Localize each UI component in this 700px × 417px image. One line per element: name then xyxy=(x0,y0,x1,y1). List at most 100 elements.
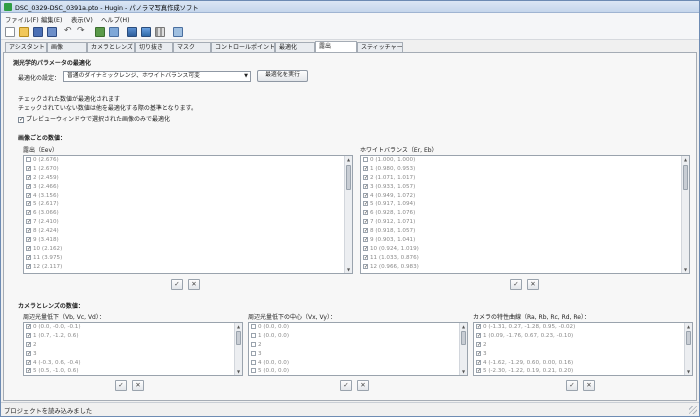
preview-icon[interactable] xyxy=(127,27,137,37)
list-item-checkbox[interactable] xyxy=(476,332,481,341)
list-item-checkbox[interactable] xyxy=(363,183,368,192)
preview-only-option[interactable]: プレビューウィンドウで選択された画像のみで最適化 xyxy=(18,114,170,123)
menu-help[interactable]: ヘルプ(H) xyxy=(101,15,130,24)
list-item-checkbox[interactable] xyxy=(26,174,31,183)
list-item[interactable]: 8 (0.918, 1.057) xyxy=(361,227,689,236)
list-item[interactable]: 10 (2.162) xyxy=(24,245,352,254)
list-item-checkbox[interactable] xyxy=(26,200,31,209)
list-item-checkbox[interactable] xyxy=(363,200,368,209)
scroll-down-icon[interactable]: ▼ xyxy=(682,266,689,273)
vignetting-list[interactable]: 0 (0.0, -0.0, -0.1) 1 (0.7, -1.2, 0.6) 2 3 4… xyxy=(23,322,243,376)
list-item-checkbox[interactable] xyxy=(26,227,31,236)
camera-response-uncheck-all-button[interactable]: ✕ xyxy=(583,380,595,391)
vignetting-center-uncheck-all-button[interactable]: ✕ xyxy=(357,380,369,391)
scroll-thumb[interactable] xyxy=(236,331,241,345)
list-item-checkbox[interactable] xyxy=(26,341,31,350)
list-item[interactable]: 0 (0.0, -0.0, -0.1) xyxy=(24,323,242,332)
list-item[interactable]: 1 (0.980, 0.953) xyxy=(361,165,689,174)
list-item-checkbox[interactable] xyxy=(26,218,31,227)
scroll-down-icon[interactable]: ▼ xyxy=(235,368,242,375)
list-item-checkbox[interactable] xyxy=(26,245,31,254)
list-item[interactable]: 0 (2.676) xyxy=(24,156,352,165)
list-item[interactable]: 12 (0.966, 0.983) xyxy=(361,263,689,272)
list-item[interactable]: 3 (2.466) xyxy=(24,183,352,192)
list-item-checkbox[interactable] xyxy=(26,332,31,341)
list-item[interactable]: 10 (0.924, 1.019) xyxy=(361,245,689,254)
new-project-icon[interactable] xyxy=(5,27,15,37)
list-item[interactable]: 2 xyxy=(24,341,242,350)
list-item[interactable]: 1 (0.0, 0.0) xyxy=(249,332,467,341)
list-item[interactable]: 2 (1.071, 1.017) xyxy=(361,174,689,183)
camera-response-list[interactable]: 0 (-1.31, 0.27, -1.28, 0.95, -0.02) 1 (0.… xyxy=(473,322,693,376)
menu-edit[interactable]: 編集(E) xyxy=(41,15,63,24)
scroll-up-icon[interactable]: ▲ xyxy=(235,323,242,330)
list-item[interactable]: 6 (0.928, 1.076) xyxy=(361,209,689,218)
save-as-icon[interactable] xyxy=(47,27,57,37)
list-item[interactable]: 0 (-1.31, 0.27, -1.28, 0.95, -0.02) xyxy=(474,323,692,332)
list-item-checkbox[interactable] xyxy=(363,165,368,174)
list-item[interactable]: 11 (1.033, 0.876) xyxy=(361,254,689,263)
scroll-up-icon[interactable]: ▲ xyxy=(345,156,352,163)
vertical-scrollbar[interactable]: ▲ ▼ xyxy=(459,323,467,375)
exposure-check-all-button[interactable]: ✓ xyxy=(171,279,183,290)
list-item-checkbox[interactable] xyxy=(26,183,31,192)
list-item-checkbox[interactable] xyxy=(251,324,256,329)
list-item-checkbox[interactable] xyxy=(363,209,368,218)
list-item[interactable]: 4 (0.0, 0.0) xyxy=(249,359,467,368)
optimize-mode-select[interactable]: 普通のダイナミックレンジ、ホワイトバランス可変 ▼ xyxy=(63,71,251,82)
scroll-down-icon[interactable]: ▼ xyxy=(460,368,467,375)
fast-preview-icon[interactable] xyxy=(141,27,151,37)
vertical-scrollbar[interactable]: ▲ ▼ xyxy=(344,156,352,273)
preview-only-checkbox[interactable] xyxy=(18,116,24,123)
undo-icon[interactable]: ↶ xyxy=(64,27,72,37)
scroll-down-icon[interactable]: ▼ xyxy=(345,266,352,273)
list-item[interactable]: 5 (0.5, -1.0, 0.6) xyxy=(24,367,242,375)
tab-assistant[interactable]: アシスタント xyxy=(5,42,47,52)
scroll-up-icon[interactable]: ▲ xyxy=(460,323,467,330)
tab-images[interactable]: 画像 xyxy=(47,42,87,52)
list-item-checkbox[interactable] xyxy=(26,165,31,174)
layout-icon[interactable] xyxy=(155,27,165,37)
list-item-checkbox[interactable] xyxy=(26,236,31,245)
list-item[interactable]: 11 (3.975) xyxy=(24,254,352,263)
list-item[interactable]: 3 xyxy=(474,350,692,359)
scroll-thumb[interactable] xyxy=(686,331,691,345)
list-item-checkbox[interactable] xyxy=(26,157,31,162)
list-item-checkbox[interactable] xyxy=(476,367,481,375)
list-item[interactable]: 7 (2.410) xyxy=(24,218,352,227)
list-item[interactable]: 4 (-0.3, 0.6, -0.4) xyxy=(24,359,242,367)
camera-response-check-all-button[interactable]: ✓ xyxy=(566,380,578,391)
list-item[interactable]: 3 xyxy=(24,350,242,359)
exposure-uncheck-all-button[interactable]: ✕ xyxy=(188,279,200,290)
white-balance-list[interactable]: 0 (1.000, 1.000) 1 (0.980, 0.953) 2 (1.071… xyxy=(360,155,690,274)
list-item-checkbox[interactable] xyxy=(251,332,256,338)
vignetting-uncheck-all-button[interactable]: ✕ xyxy=(132,380,144,391)
save-icon[interactable] xyxy=(33,27,43,37)
list-item[interactable]: 5 (0.917, 1.094) xyxy=(361,200,689,209)
control-points-icon[interactable] xyxy=(95,27,105,37)
list-item-checkbox[interactable] xyxy=(476,359,481,367)
redo-icon[interactable]: ↷ xyxy=(77,27,85,37)
list-item-checkbox[interactable] xyxy=(26,209,31,218)
tab-camera-lens[interactable]: カメラとレンズ xyxy=(87,42,135,52)
tab-crop[interactable]: 切り抜き xyxy=(135,42,173,52)
list-item[interactable]: 2 xyxy=(249,341,467,350)
scroll-thumb[interactable] xyxy=(346,165,351,190)
tab-mask[interactable]: マスク xyxy=(173,42,211,52)
scroll-up-icon[interactable]: ▲ xyxy=(682,156,689,163)
add-images-icon[interactable] xyxy=(109,27,119,37)
vignetting-center-list[interactable]: 0 (0.0, 0.0) 1 (0.0, 0.0) 2 3 4 (0.0, 0.0) 5 … xyxy=(248,322,468,376)
menu-file[interactable]: ファイル(F) xyxy=(5,15,39,24)
list-item-checkbox[interactable] xyxy=(26,367,31,375)
list-item[interactable]: 1 (0.7, -1.2, 0.6) xyxy=(24,332,242,341)
list-item-checkbox[interactable] xyxy=(251,341,256,347)
list-item-checkbox[interactable] xyxy=(251,368,256,374)
tab-stitcher[interactable]: スティッチャー xyxy=(357,42,403,52)
list-item-checkbox[interactable] xyxy=(363,157,368,162)
white-balance-uncheck-all-button[interactable]: ✕ xyxy=(527,279,539,290)
tab-optimizer[interactable]: 最適化 xyxy=(275,42,315,52)
list-item-checkbox[interactable] xyxy=(251,350,256,356)
list-item[interactable]: 3 xyxy=(249,350,467,359)
list-item[interactable]: 5 (0.0, 0.0) xyxy=(249,367,467,375)
list-item-checkbox[interactable] xyxy=(26,263,31,272)
